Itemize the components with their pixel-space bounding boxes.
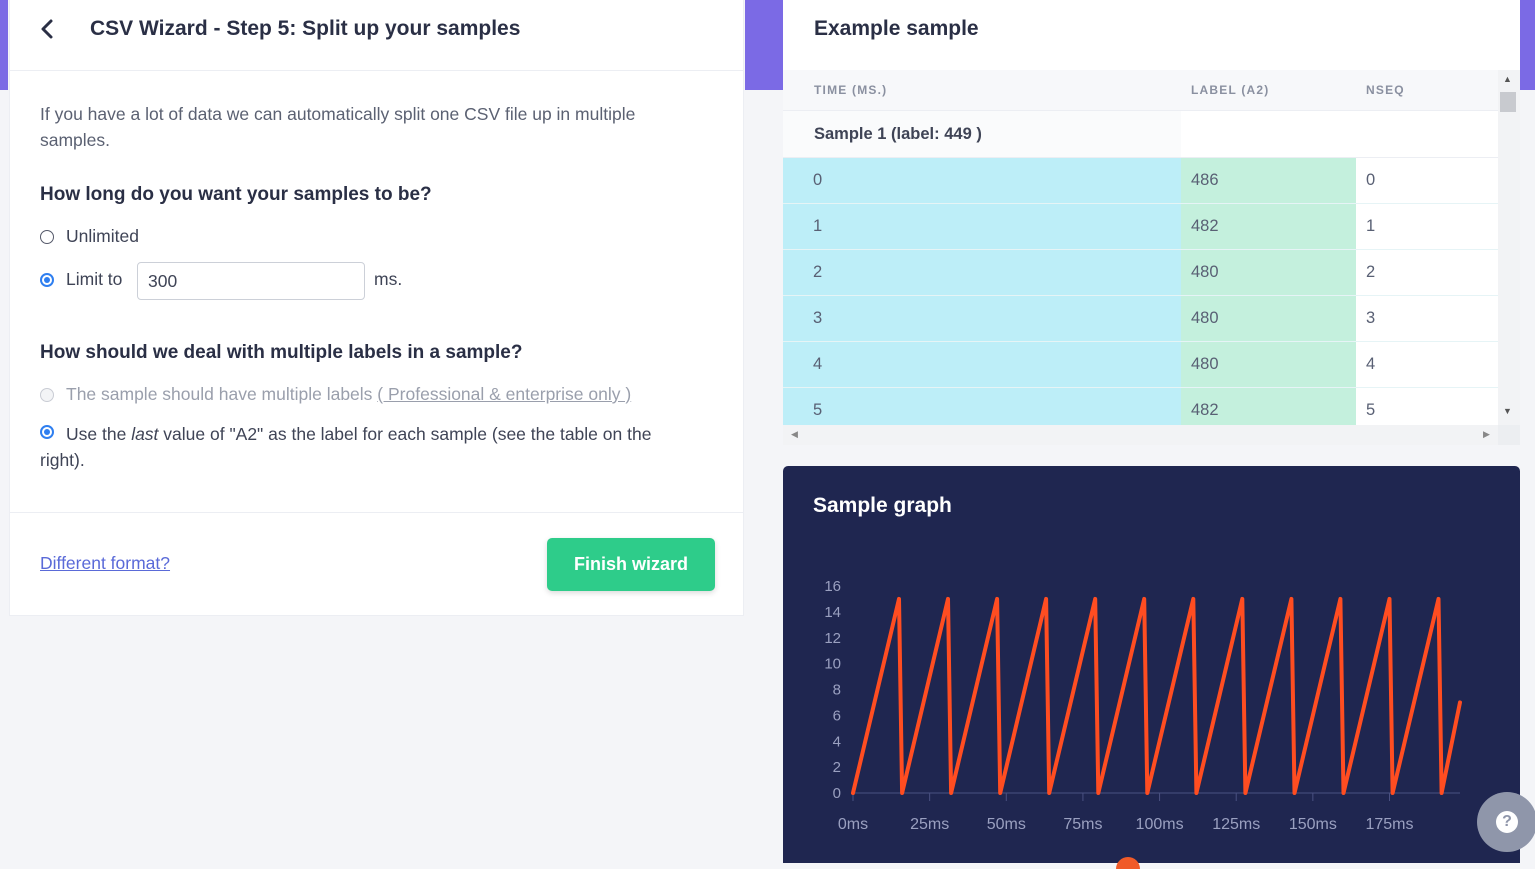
column-header-time: TIME (MS.) — [814, 83, 888, 97]
nseq-cell: 5 — [1356, 388, 1498, 425]
table-row: 2 480 2 — [783, 250, 1498, 296]
accent-bar-middle — [745, 0, 783, 90]
example-sample-card: Example sample TIME (MS.) LABEL (A2) NSE… — [783, 0, 1520, 445]
limit-input[interactable] — [137, 262, 365, 300]
last-value-label[interactable]: Use the last value of "A2" as the label … — [40, 421, 700, 473]
label-cell: 480 — [1181, 296, 1356, 341]
question-icon: ? — [1496, 811, 1518, 833]
unlimited-radio[interactable] — [40, 230, 54, 244]
accent-bar-left — [0, 0, 8, 90]
x-tick-label: 25ms — [910, 816, 949, 833]
table-row: 1 482 1 — [783, 204, 1498, 250]
x-tick-label: 125ms — [1212, 816, 1260, 833]
sample-group-label: Sample 1 (label: 449 ) — [814, 125, 982, 143]
unlimited-label[interactable]: Unlimited — [66, 226, 139, 247]
wizard-intro: If you have a lot of data we can automat… — [40, 104, 636, 150]
scroll-up-arrow-icon[interactable]: ▲ — [1503, 74, 1512, 84]
x-tick-label: 175ms — [1365, 816, 1413, 833]
y-tick-label: 0 — [833, 785, 841, 802]
nseq-cell: 4 — [1356, 342, 1498, 387]
y-tick-label: 16 — [824, 578, 841, 595]
limit-radio[interactable] — [40, 273, 54, 287]
example-sample-title: Example sample — [814, 17, 979, 40]
finish-wizard-button[interactable]: Finish wizard — [547, 538, 715, 591]
nseq-cell: 2 — [1356, 250, 1498, 295]
sample-group-row: Sample 1 (label: 449 ) — [783, 111, 1498, 158]
label-cell: 486 — [1181, 158, 1356, 203]
nseq-cell: 1 — [1356, 204, 1498, 249]
nseq-cell: 3 — [1356, 296, 1498, 341]
accent-bar-right — [1520, 0, 1535, 90]
wizard-card: CSV Wizard - Step 5: Split up your sampl… — [9, 0, 744, 616]
y-tick-label: 10 — [824, 656, 841, 673]
column-header-label: LABEL (A2) — [1191, 83, 1270, 97]
label-cell: 480 — [1181, 342, 1356, 387]
x-tick-label: 150ms — [1289, 816, 1337, 833]
time-cell: 0 — [783, 158, 1181, 203]
scroll-down-arrow-icon[interactable]: ▼ — [1503, 406, 1512, 416]
y-tick-label: 12 — [824, 630, 841, 647]
y-tick-label: 4 — [833, 733, 841, 750]
horizontal-scrollbar[interactable]: ◀ ▶ — [783, 425, 1498, 445]
time-cell: 3 — [783, 296, 1181, 341]
x-tick-label: 75ms — [1063, 816, 1102, 833]
y-tick-label: 6 — [833, 707, 841, 724]
limit-label[interactable]: Limit to — [66, 269, 122, 290]
sample-graph-chart: 0 2 4 6 8 10 12 14 16 0ms 25ms 50ms 75ms 100ms 125ms 15… — [824, 578, 1462, 833]
multi-labels-label: The sample should have multiple labels — [66, 384, 373, 404]
sample-graph-card: Sample graph 0 2 4 6 8 10 12 14 16 0ms 25ms 50ms 75m… — [783, 466, 1520, 863]
label-cell: 482 — [1181, 388, 1356, 425]
sample-group-filler — [1181, 111, 1498, 157]
table-row: 5 482 5 — [783, 388, 1498, 425]
scroll-left-arrow-icon[interactable]: ◀ — [791, 429, 798, 440]
label-cell: 480 — [1181, 250, 1356, 295]
x-tick-label: 0ms — [838, 816, 868, 833]
multi-labels-radio — [40, 388, 54, 402]
nseq-cell: 0 — [1356, 158, 1498, 203]
professional-enterprise-link[interactable]: ( Professional & enterprise only ) — [377, 384, 631, 404]
footer-divider — [10, 512, 743, 513]
example-table: TIME (MS.) LABEL (A2) NSEQ Sample 1 (lab… — [783, 70, 1498, 425]
label-cell: 482 — [1181, 204, 1356, 249]
time-cell: 4 — [783, 342, 1181, 387]
series-line — [851, 596, 1462, 795]
time-cell: 5 — [783, 388, 1181, 425]
last-value-emphasis: last — [131, 424, 159, 444]
table-row: 0 486 0 — [783, 158, 1498, 204]
y-tick-label: 8 — [833, 682, 841, 699]
multi-labels-option: The sample should have multiple labels (… — [66, 384, 631, 405]
limit-unit: ms. — [374, 269, 403, 289]
table-row: 4 480 4 — [783, 342, 1498, 388]
scrollbar-thumb[interactable] — [1500, 92, 1516, 112]
table-row: 3 480 3 — [783, 296, 1498, 342]
y-tick-label: 2 — [833, 759, 841, 776]
help-button[interactable]: ? — [1477, 792, 1535, 852]
column-header-nseq: NSEQ — [1366, 83, 1405, 97]
example-sample-header: Example sample — [783, 0, 1520, 71]
table-header: TIME (MS.) LABEL (A2) NSEQ — [783, 70, 1498, 111]
time-cell: 2 — [783, 250, 1181, 295]
wizard-title: CSV Wizard - Step 5: Split up your sampl… — [90, 17, 521, 40]
vertical-scrollbar[interactable]: ▲ ▼ — [1498, 70, 1520, 425]
label-handling-question: How should we deal with multiple labels … — [40, 342, 523, 363]
wizard-header: CSV Wizard - Step 5: Split up your sampl… — [10, 0, 743, 71]
chevron-left-icon[interactable] — [38, 18, 56, 40]
x-tick-label: 100ms — [1136, 816, 1184, 833]
scroll-right-arrow-icon[interactable]: ▶ — [1483, 429, 1490, 440]
x-tick-label: 50ms — [987, 816, 1026, 833]
y-tick-label: 14 — [824, 604, 841, 621]
different-format-link[interactable]: Different format? — [40, 553, 170, 574]
sample-length-question: How long do you want your samples to be? — [40, 184, 432, 205]
time-cell: 1 — [783, 204, 1181, 249]
last-value-pre: Use the — [66, 424, 132, 444]
scrollbar-corner — [1498, 425, 1520, 445]
